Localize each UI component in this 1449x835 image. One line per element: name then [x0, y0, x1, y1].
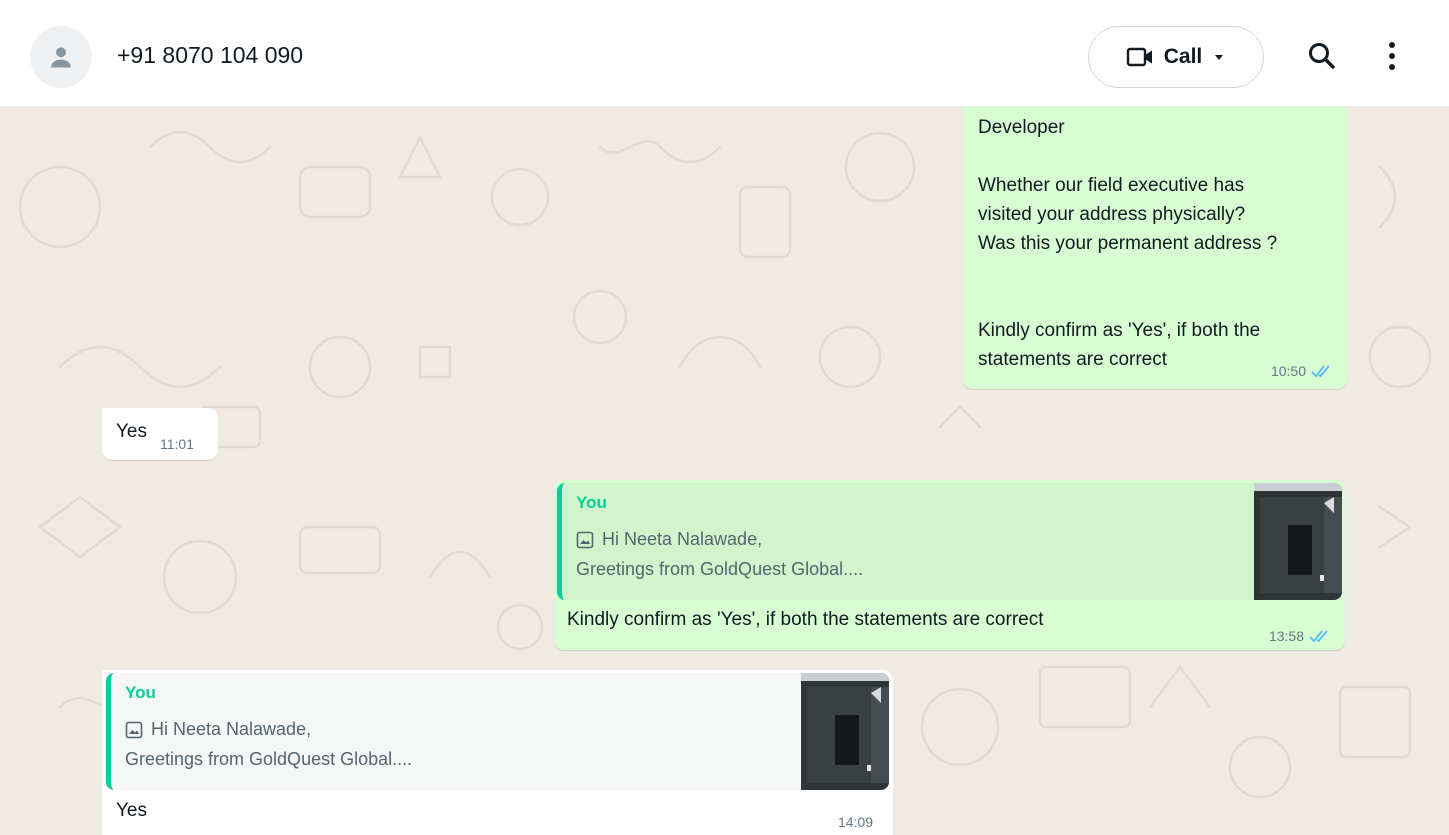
quote-line2-text: Greetings from GoldQuest Global.... — [125, 749, 413, 769]
message-text: Kindly confirm as 'Yes', if both the sta… — [567, 609, 1044, 630]
quote-author: You — [576, 493, 607, 512]
more-options-button[interactable] — [1380, 38, 1404, 74]
message-time: 13:58 — [1268, 628, 1304, 644]
quote-line1-text: Hi Neeta Nalawade, — [602, 529, 763, 549]
chat-window: +91 8070 104 090 Call Developer Whether … — [0, 0, 1449, 835]
image-thumbnail — [801, 673, 889, 790]
quote-line: Hi Neeta Nalawade, — [125, 719, 311, 740]
avatar[interactable] — [30, 26, 92, 88]
image-thumbnail — [1254, 483, 1342, 600]
quoted-message[interactable]: You Hi Neeta Nalawade, Greetings from Go… — [557, 483, 1342, 600]
caret-down-icon — [1215, 55, 1224, 60]
person-icon — [51, 47, 71, 68]
message-text: Developer Whether our field executive ha… — [978, 117, 1278, 370]
search-icon — [1309, 43, 1335, 69]
quote-line1-text: Hi Neeta Nalawade, — [151, 719, 312, 739]
message-text: Yes — [116, 800, 147, 821]
video-camera-icon — [1126, 47, 1152, 67]
message-bubble-outgoing[interactable]: You Hi Neeta Nalawade, Greetings from Go… — [554, 480, 1345, 650]
image-icon — [125, 721, 143, 738]
chat-area[interactable]: Developer Whether our field executive ha… — [0, 107, 1449, 835]
message-meta: 10:50 — [1271, 363, 1333, 379]
search-button[interactable] — [1306, 40, 1338, 72]
quoted-message[interactable]: You Hi Neeta Nalawade, Greetings from Go… — [106, 673, 889, 790]
call-button[interactable]: Call — [1088, 26, 1264, 88]
quote-author: You — [125, 683, 156, 702]
message-meta: 13:58 — [1269, 628, 1331, 644]
chat-header: +91 8070 104 090 Call — [0, 0, 1449, 107]
image-icon — [576, 531, 594, 548]
message-time: 14:09 — [837, 814, 873, 830]
double-check-icon — [1311, 365, 1330, 378]
contact-name[interactable]: +91 8070 104 090 — [117, 42, 303, 69]
message-bubble-outgoing[interactable]: Developer Whether our field executive ha… — [963, 107, 1347, 389]
message-time: 11:01 — [160, 436, 194, 452]
more-vertical-icon — [1389, 42, 1395, 70]
quote-line2-text: Greetings from GoldQuest Global.... — [576, 559, 864, 579]
message-bubble-incoming[interactable]: Yes 11:01 — [102, 408, 218, 460]
quote-line: Hi Neeta Nalawade, — [576, 529, 762, 550]
double-check-icon — [1309, 630, 1328, 643]
message-text: Yes — [116, 421, 147, 442]
call-label: Call — [1163, 45, 1203, 68]
message-time: 10:50 — [1270, 363, 1306, 379]
message-bubble-incoming[interactable]: You Hi Neeta Nalawade, Greetings from Go… — [102, 670, 893, 835]
